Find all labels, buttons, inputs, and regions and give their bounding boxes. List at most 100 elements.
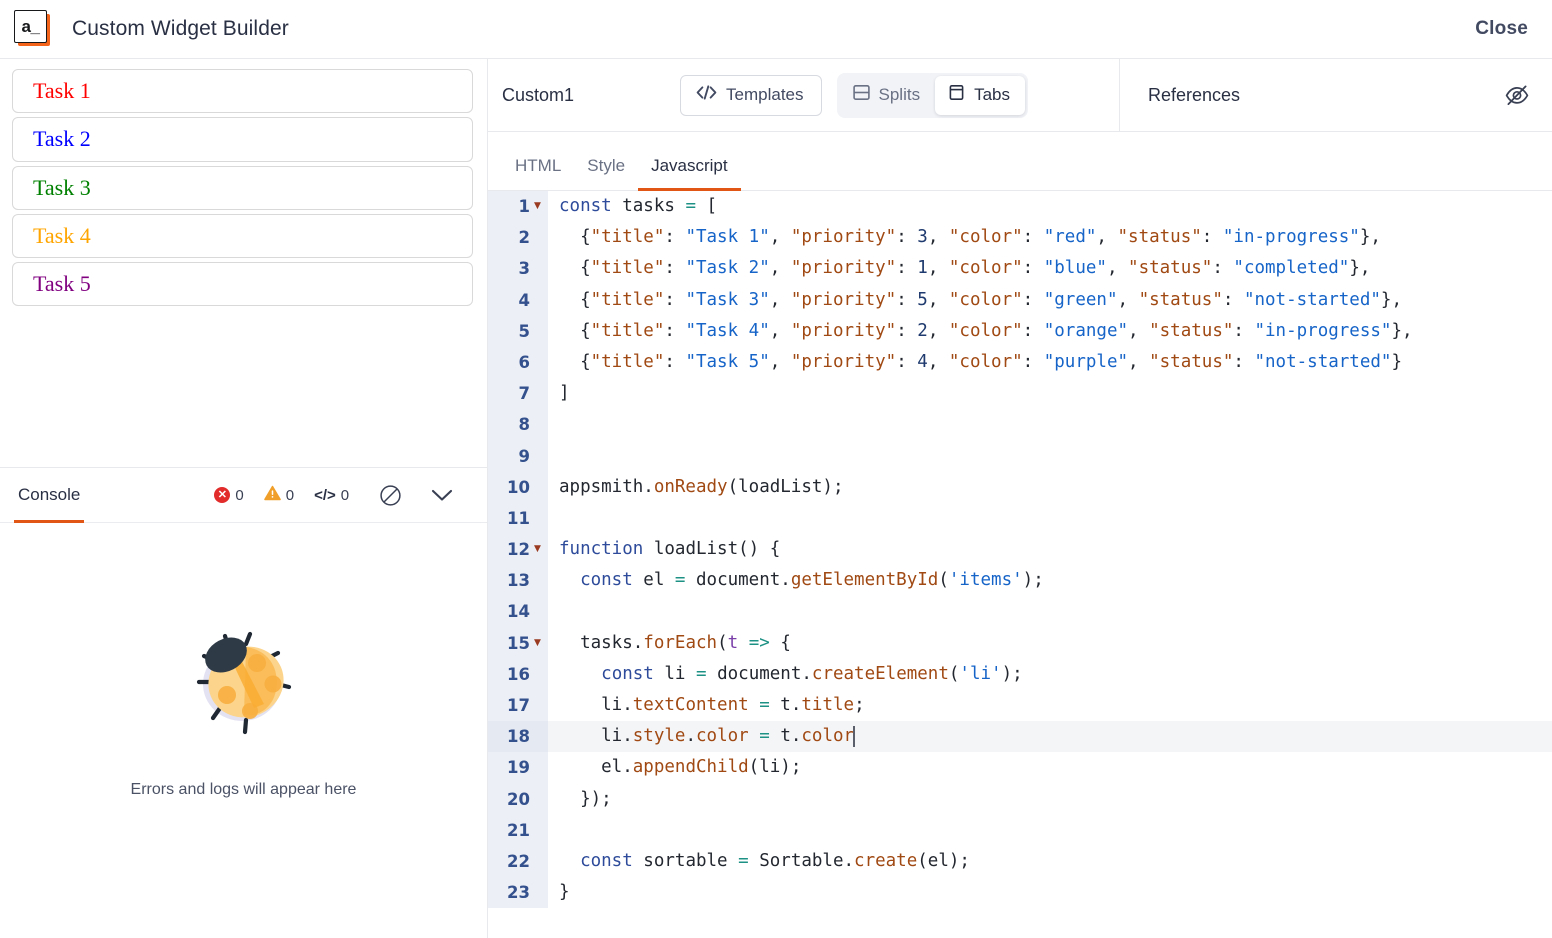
console-counters: ✕ 0 0 <box>214 485 349 505</box>
tab-console[interactable]: Console <box>14 468 84 523</box>
close-button[interactable]: Close <box>1475 18 1528 40</box>
code-row[interactable]: 12▼function loadList() { <box>488 534 1552 565</box>
language-tabs: HTMLStyleJavascript <box>488 132 1552 191</box>
code-row[interactable]: 11▼ <box>488 503 1552 534</box>
window-body: Task 1Task 2 Task 3Task 4Task 5 Console ✕… <box>0 59 1552 938</box>
fold-arrow-icon[interactable]: ▼ <box>533 534 542 565</box>
line-number-gutter: 2▼ <box>488 222 548 253</box>
code-brackets-icon: </> <box>314 487 336 504</box>
code-row[interactable]: 5▼ {"title": "Task 4", "priority": 2, "c… <box>488 316 1552 347</box>
line-number: 4 <box>519 285 530 316</box>
widget-preview-area: Task 1Task 2 Task 3Task 4Task 5 <box>0 59 487 467</box>
code-row[interactable]: 7▼] <box>488 378 1552 409</box>
code-lines: 1▼const tasks = [2▼ {"title": "Task 1", … <box>488 191 1552 938</box>
line-number-gutter: 11▼ <box>488 503 548 534</box>
code-line-text: li.textContent = t.title; <box>548 690 1552 721</box>
tab-javascript[interactable]: Javascript <box>638 156 741 190</box>
code-row[interactable]: 8▼ <box>488 409 1552 440</box>
code-line-text: {"title": "Task 5", "priority": 4, "colo… <box>548 347 1552 378</box>
code-line-text: {"title": "Task 4", "priority": 2, "colo… <box>548 316 1552 347</box>
code-row[interactable]: 4▼ {"title": "Task 3", "priority": 5, "c… <box>488 285 1552 316</box>
window-header: a_ Custom Widget Builder Close <box>0 0 1552 59</box>
code-row[interactable]: 1▼const tasks = [ <box>488 191 1552 222</box>
line-number-gutter: 18▼ <box>488 721 548 752</box>
text-cursor <box>853 726 855 747</box>
code-editor[interactable]: 1▼const tasks = [2▼ {"title": "Task 1", … <box>488 191 1552 938</box>
console-empty-state: Errors and logs will appear here <box>0 523 487 938</box>
code-row[interactable]: 13▼ const el = document.getElementById('… <box>488 565 1552 596</box>
line-number-gutter: 12▼ <box>488 534 548 565</box>
error-count: 0 <box>235 487 243 504</box>
line-number-gutter: 17▼ <box>488 690 548 721</box>
line-number-gutter: 7▼ <box>488 378 548 409</box>
line-number: 23 <box>507 877 530 908</box>
segment-tabs[interactable]: Tabs <box>935 76 1025 115</box>
line-number: 2 <box>519 222 530 253</box>
error-icon: ✕ <box>214 487 230 503</box>
task-list-item[interactable]: Task 4 <box>12 214 473 258</box>
right-pane: Custom1 Templates <box>488 59 1552 938</box>
log-counter[interactable]: </> 0 <box>314 487 349 504</box>
code-row[interactable]: 6▼ {"title": "Task 5", "priority": 4, "c… <box>488 347 1552 378</box>
warning-counter[interactable]: 0 <box>264 485 294 505</box>
code-row[interactable]: 14▼ <box>488 596 1552 627</box>
appsmith-logo-icon: a_ <box>14 10 52 48</box>
code-row[interactable]: 23▼} <box>488 877 1552 908</box>
code-row[interactable]: 16▼ const li = document.createElement('l… <box>488 659 1552 690</box>
line-number: 15 <box>507 628 530 659</box>
line-number-gutter: 23▼ <box>488 877 548 908</box>
code-line-text: tasks.forEach(t => { <box>548 628 1552 659</box>
fold-arrow-icon[interactable]: ▼ <box>533 628 542 659</box>
code-row[interactable]: 15▼ tasks.forEach(t => { <box>488 628 1552 659</box>
code-line-text: const sortable = Sortable.create(el); <box>548 846 1552 877</box>
left-pane: Task 1Task 2 Task 3Task 4Task 5 Console ✕… <box>0 59 488 938</box>
layout-mode-segmented-control: Splits Tabs <box>837 73 1029 118</box>
code-row[interactable]: 20▼ }); <box>488 784 1552 815</box>
widget-name-label: Custom1 <box>502 85 574 106</box>
task-list[interactable]: Task 1Task 2 Task 3Task 4Task 5 <box>12 69 473 306</box>
line-number-gutter: 8▼ <box>488 409 548 440</box>
code-row[interactable]: 17▼ li.textContent = t.title; <box>488 690 1552 721</box>
templates-button[interactable]: Templates <box>680 75 821 116</box>
code-row[interactable]: 22▼ const sortable = Sortable.create(el)… <box>488 846 1552 877</box>
error-counter[interactable]: ✕ 0 <box>214 487 243 504</box>
code-row[interactable]: 19▼ el.appendChild(li); <box>488 752 1552 783</box>
editor-toolbar: Custom1 Templates <box>488 59 1552 132</box>
line-number-gutter: 20▼ <box>488 784 548 815</box>
line-number: 17 <box>507 690 530 721</box>
task-list-item[interactable]: Task 5 <box>12 262 473 306</box>
tab-html[interactable]: HTML <box>502 156 574 190</box>
console-panel: Console ✕ 0 <box>0 467 487 938</box>
code-line-text <box>548 596 1552 627</box>
eye-off-icon[interactable] <box>1504 83 1530 107</box>
code-line-text: appsmith.onReady(loadList); <box>548 472 1552 503</box>
task-list-item[interactable]: Task 3 <box>12 166 473 210</box>
line-number: 12 <box>507 534 530 565</box>
ladybug-illustration <box>184 622 304 747</box>
line-number: 14 <box>507 596 530 627</box>
line-number: 8 <box>519 409 530 440</box>
code-line-text: const li = document.createElement('li'); <box>548 659 1552 690</box>
code-row[interactable]: 18▼ li.style.color = t.color <box>488 721 1552 752</box>
line-number: 9 <box>519 441 530 472</box>
code-row[interactable]: 10▼appsmith.onReady(loadList); <box>488 472 1552 503</box>
tab-style[interactable]: Style <box>574 156 638 190</box>
line-number: 5 <box>519 316 530 347</box>
code-row[interactable]: 3▼ {"title": "Task 2", "priority": 1, "c… <box>488 253 1552 284</box>
logo-mark: a_ <box>14 10 47 43</box>
code-row[interactable]: 9▼ <box>488 441 1552 472</box>
log-count: 0 <box>341 487 349 504</box>
code-row[interactable]: 2▼ {"title": "Task 1", "priority": 3, "c… <box>488 222 1552 253</box>
segment-splits[interactable]: Splits <box>840 76 936 115</box>
chevron-down-icon[interactable] <box>430 487 454 503</box>
console-empty-text: Errors and logs will appear here <box>131 781 357 799</box>
code-line-text <box>548 441 1552 472</box>
task-list-item[interactable]: Task 2 <box>12 117 473 161</box>
task-list-item[interactable]: Task 1 <box>12 69 473 113</box>
line-number-gutter: 4▼ <box>488 285 548 316</box>
fold-arrow-icon[interactable]: ▼ <box>533 191 542 222</box>
code-line-text: {"title": "Task 3", "priority": 5, "colo… <box>548 285 1552 316</box>
line-number-gutter: 1▼ <box>488 191 548 222</box>
no-entry-icon[interactable] <box>379 484 402 507</box>
code-row[interactable]: 21▼ <box>488 815 1552 846</box>
